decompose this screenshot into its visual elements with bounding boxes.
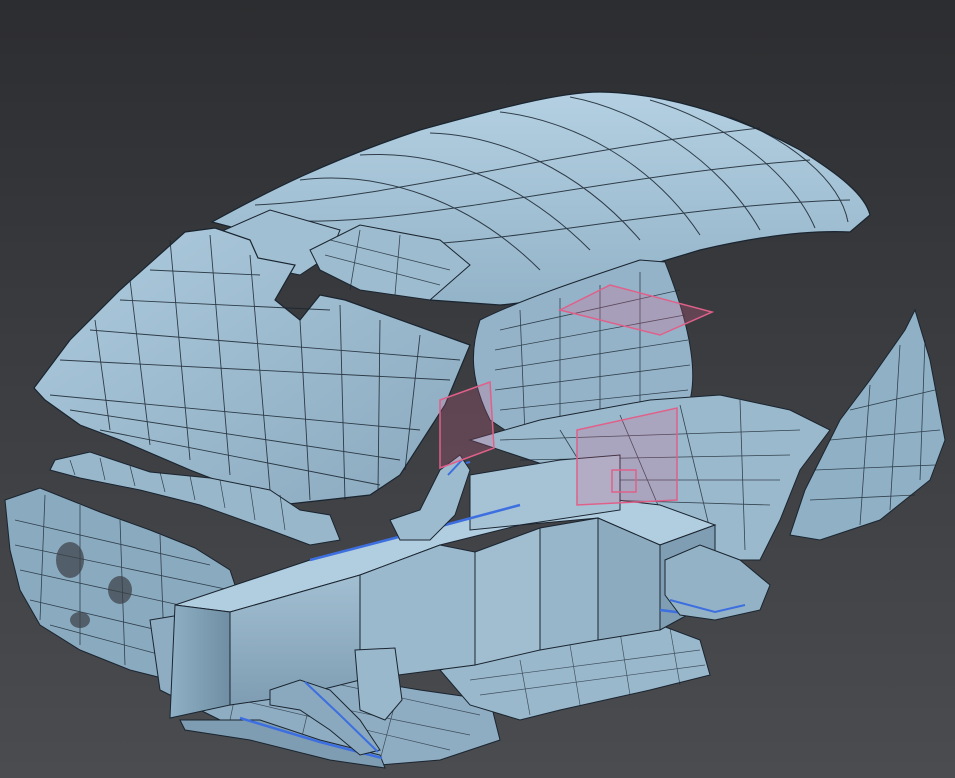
roof-panel[interactable] — [210, 91, 871, 306]
car-interior-3d-model[interactable] — [0, 0, 955, 778]
cad-viewport[interactable] — [0, 0, 955, 778]
